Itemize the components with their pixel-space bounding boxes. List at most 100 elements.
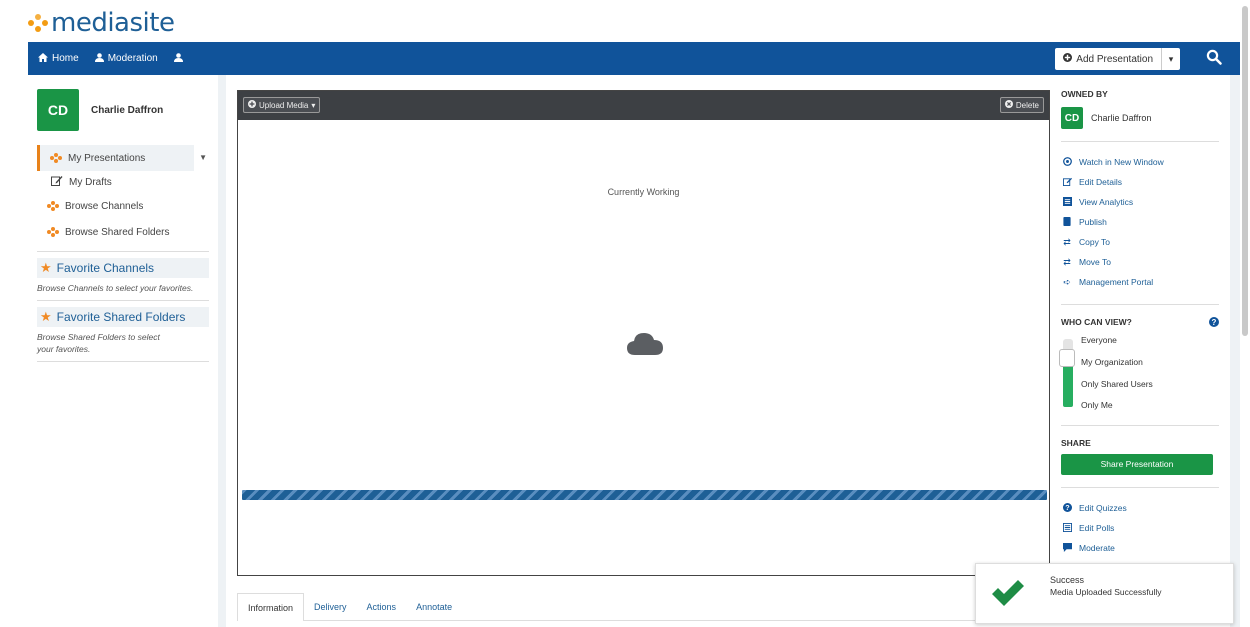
divider	[37, 251, 209, 252]
divider	[1061, 304, 1219, 305]
left-sidebar: CD Charlie Daffron My Presentations ▼ My…	[28, 75, 218, 627]
nav-moderation[interactable]: Moderation	[87, 42, 166, 75]
mediasite-dots-icon	[50, 153, 62, 163]
comment-icon	[1061, 542, 1073, 554]
publish-link[interactable]: Publish	[1061, 212, 1219, 232]
svg-text:?: ?	[1065, 503, 1069, 512]
player-toolbar: Upload Media ▾ Delete	[238, 91, 1049, 120]
add-presentation-main[interactable]: Add Presentation	[1055, 48, 1162, 70]
tab-annotate[interactable]: Annotate	[406, 593, 462, 621]
copy-icon: ⇄	[1063, 236, 1071, 247]
owner: CD Charlie Daffron	[1061, 107, 1219, 129]
portal-icon: ➪	[1063, 276, 1071, 287]
checkmark-icon	[990, 579, 1026, 610]
caret-down-icon: ▾	[311, 100, 316, 110]
divider	[1061, 487, 1219, 488]
edit-details-link[interactable]: Edit Details	[1061, 172, 1219, 192]
sidebar-item-browse-channels[interactable]: Browse Channels	[37, 193, 209, 219]
sidebar-item-label: My Drafts	[69, 176, 112, 188]
sidebar-item-my-drafts[interactable]: My Drafts	[37, 171, 209, 193]
main-content: Upload Media ▾ Delete Currently Working …	[226, 75, 1050, 627]
visibility-option-everyone[interactable]: Everyone	[1081, 335, 1117, 345]
management-portal-link[interactable]: ➪ Management Portal	[1061, 272, 1219, 292]
close-circle-icon	[1004, 100, 1013, 110]
visibility-option-shared-users[interactable]: Only Shared Users	[1081, 379, 1153, 389]
moderate-link[interactable]: Moderate	[1061, 538, 1219, 558]
scrollbar-thumb[interactable]	[1242, 6, 1248, 336]
chevron-down-icon[interactable]: ▼	[199, 153, 207, 162]
sidebar-item-label: Browse Channels	[65, 200, 144, 212]
delete-label: Delete	[1015, 100, 1039, 110]
upload-media-button[interactable]: Upload Media ▾	[243, 97, 321, 113]
slider-handle[interactable]	[1059, 349, 1075, 367]
action-label: Edit Polls	[1079, 523, 1115, 533]
nav-profile[interactable]	[166, 42, 191, 75]
sidebar-item-my-presentations[interactable]: My Presentations ▼	[37, 145, 207, 171]
who-can-view-title: WHO CAN VIEW?	[1061, 317, 1132, 327]
mediasite-logo[interactable]: mediasite	[28, 8, 175, 38]
quiz-icon: ?	[1061, 502, 1073, 514]
logo-dots-icon	[28, 13, 48, 33]
success-toast[interactable]: Success Media Uploaded Successfully	[975, 563, 1234, 624]
help-icon[interactable]: ?	[1209, 317, 1219, 327]
favorite-folders-header: ★ Favorite Shared Folders	[37, 307, 209, 327]
add-presentation-button[interactable]: Add Presentation ▾	[1055, 48, 1180, 70]
profile-icon	[173, 52, 183, 65]
analytics-icon	[1061, 196, 1073, 208]
user-icon	[94, 52, 104, 65]
divider	[37, 300, 209, 301]
nav-home[interactable]: Home	[28, 42, 87, 75]
search-icon[interactable]	[1206, 49, 1226, 69]
favorite-channels-note: Browse Channels to select your favorites…	[37, 283, 194, 293]
upload-progress-bar	[242, 490, 1047, 500]
visibility-option-only-me[interactable]: Only Me	[1081, 400, 1113, 410]
tab-information[interactable]: Information	[237, 593, 305, 621]
action-label: Edit Quizzes	[1079, 503, 1127, 513]
divider	[1061, 425, 1219, 426]
add-presentation-label: Add Presentation	[1076, 53, 1153, 65]
edit-polls-link[interactable]: Edit Polls	[1061, 518, 1219, 538]
upload-media-label: Upload Media	[259, 100, 309, 110]
action-label: Publish	[1079, 217, 1107, 227]
visibility-option-my-organization[interactable]: My Organization	[1081, 357, 1143, 367]
plus-circle-icon	[1063, 53, 1073, 65]
sidebar-item-label: Browse Shared Folders	[65, 226, 170, 238]
favorite-channels-title: Favorite Channels	[56, 261, 155, 275]
nav-home-label: Home	[52, 53, 79, 64]
view-analytics-link[interactable]: View Analytics	[1061, 192, 1219, 212]
media-player: Upload Media ▾ Delete Currently Working	[237, 90, 1050, 576]
action-label: View Analytics	[1079, 197, 1134, 207]
slider-fill	[1063, 365, 1073, 407]
sidebar-item-label: My Presentations	[68, 152, 146, 164]
copy-to-link[interactable]: ⇄ Copy To	[1061, 232, 1219, 252]
mediasite-dots-icon	[47, 201, 59, 211]
who-can-view-header: WHO CAN VIEW? ?	[1061, 317, 1219, 327]
favorite-folders-note: Browse Shared Folders to select your fav…	[37, 332, 160, 354]
share-title: SHARE	[1061, 438, 1091, 448]
edit-quizzes-link[interactable]: ? Edit Quizzes	[1061, 498, 1219, 518]
cloud-icon	[627, 331, 663, 358]
tab-delivery[interactable]: Delivery	[304, 593, 357, 621]
page-scrollbar[interactable]	[1242, 0, 1248, 627]
user-name: Charlie Daffron	[91, 104, 164, 116]
delete-button[interactable]: Delete	[999, 97, 1044, 113]
owner-name: Charlie Daffron	[1091, 113, 1152, 123]
watch-new-window-link[interactable]: Watch in New Window	[1061, 152, 1219, 172]
status-text: Currently Working	[607, 187, 680, 197]
action-label: Watch in New Window	[1079, 157, 1164, 167]
edit-icon	[51, 175, 63, 189]
top-navbar: Home Moderation Add Presentation ▾	[28, 42, 1240, 75]
sidebar-item-browse-shared-folders[interactable]: Browse Shared Folders	[37, 219, 209, 245]
logo-text: mediasite	[51, 8, 175, 38]
right-panel: OWNED BY CD Charlie Daffron Watch in New…	[1050, 75, 1230, 627]
plus-circle-icon	[248, 100, 256, 110]
visibility-slider[interactable]: Everyone My Organization Only Shared Use…	[1059, 335, 1219, 425]
user-profile[interactable]: CD Charlie Daffron	[37, 89, 209, 131]
share-presentation-button[interactable]: Share Presentation	[1061, 454, 1213, 475]
tab-actions[interactable]: Actions	[357, 593, 407, 621]
move-to-link[interactable]: ⇄ Move To	[1061, 252, 1219, 272]
add-presentation-dropdown[interactable]: ▾	[1162, 54, 1180, 65]
publish-icon	[1061, 216, 1073, 228]
favorite-folders-title: Favorite Shared Folders	[56, 310, 186, 324]
action-label: Edit Details	[1079, 177, 1122, 187]
